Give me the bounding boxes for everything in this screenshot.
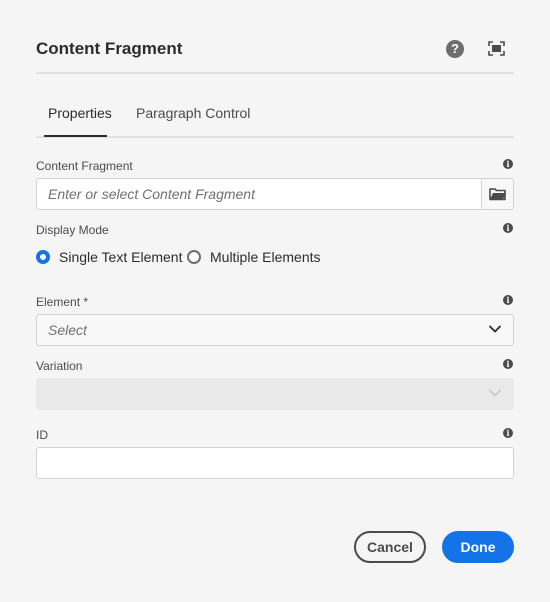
dialog-header: Content Fragment ?	[36, 36, 514, 74]
active-tab-indicator	[44, 135, 107, 137]
info-icon[interactable]: i	[503, 159, 513, 169]
done-button[interactable]: Done	[442, 531, 514, 563]
id-input[interactable]	[36, 447, 514, 479]
variation-label: Variation	[36, 359, 83, 373]
element-label: Element *	[36, 295, 89, 309]
display-mode-label: Display Mode	[36, 223, 109, 237]
tab-paragraph-control[interactable]: Paragraph Control	[136, 105, 250, 121]
help-icon[interactable]: ?	[446, 40, 464, 58]
cancel-button[interactable]: Cancel	[354, 531, 426, 563]
variation-select	[36, 378, 514, 410]
tab-list: Properties Paragraph Control	[36, 92, 514, 138]
element-select[interactable]: Select	[36, 314, 514, 346]
content-fragment-input[interactable]: Enter or select Content Fragment	[36, 178, 482, 210]
content-fragment-placeholder: Enter or select Content Fragment	[48, 186, 255, 202]
content-fragment-dialog: Content Fragment ? Properties Paragraph …	[0, 0, 550, 602]
tab-properties[interactable]: Properties	[48, 105, 112, 121]
info-icon[interactable]: i	[503, 223, 513, 233]
info-icon[interactable]: i	[503, 359, 513, 369]
radio-single-text-element[interactable]: Single Text Element	[36, 248, 182, 268]
dialog-title: Content Fragment	[36, 39, 183, 58]
info-icon[interactable]: i	[503, 428, 513, 438]
content-fragment-label: Content Fragment	[36, 159, 133, 173]
fullscreen-icon[interactable]	[488, 41, 505, 56]
info-icon[interactable]: i	[503, 295, 513, 305]
radio-label: Single Text Element	[59, 249, 183, 265]
element-select-placeholder: Select	[48, 322, 87, 338]
id-label: ID	[36, 428, 48, 442]
folder-icon	[489, 188, 506, 201]
browse-folder-button[interactable]	[481, 178, 514, 210]
chevron-down-icon	[489, 389, 501, 397]
radio-multiple-elements[interactable]: Multiple Elements	[187, 248, 321, 268]
radio-label: Multiple Elements	[210, 249, 321, 265]
chevron-down-icon	[489, 325, 501, 333]
radio-unchecked[interactable]	[187, 250, 201, 264]
radio-checked[interactable]	[36, 250, 50, 264]
